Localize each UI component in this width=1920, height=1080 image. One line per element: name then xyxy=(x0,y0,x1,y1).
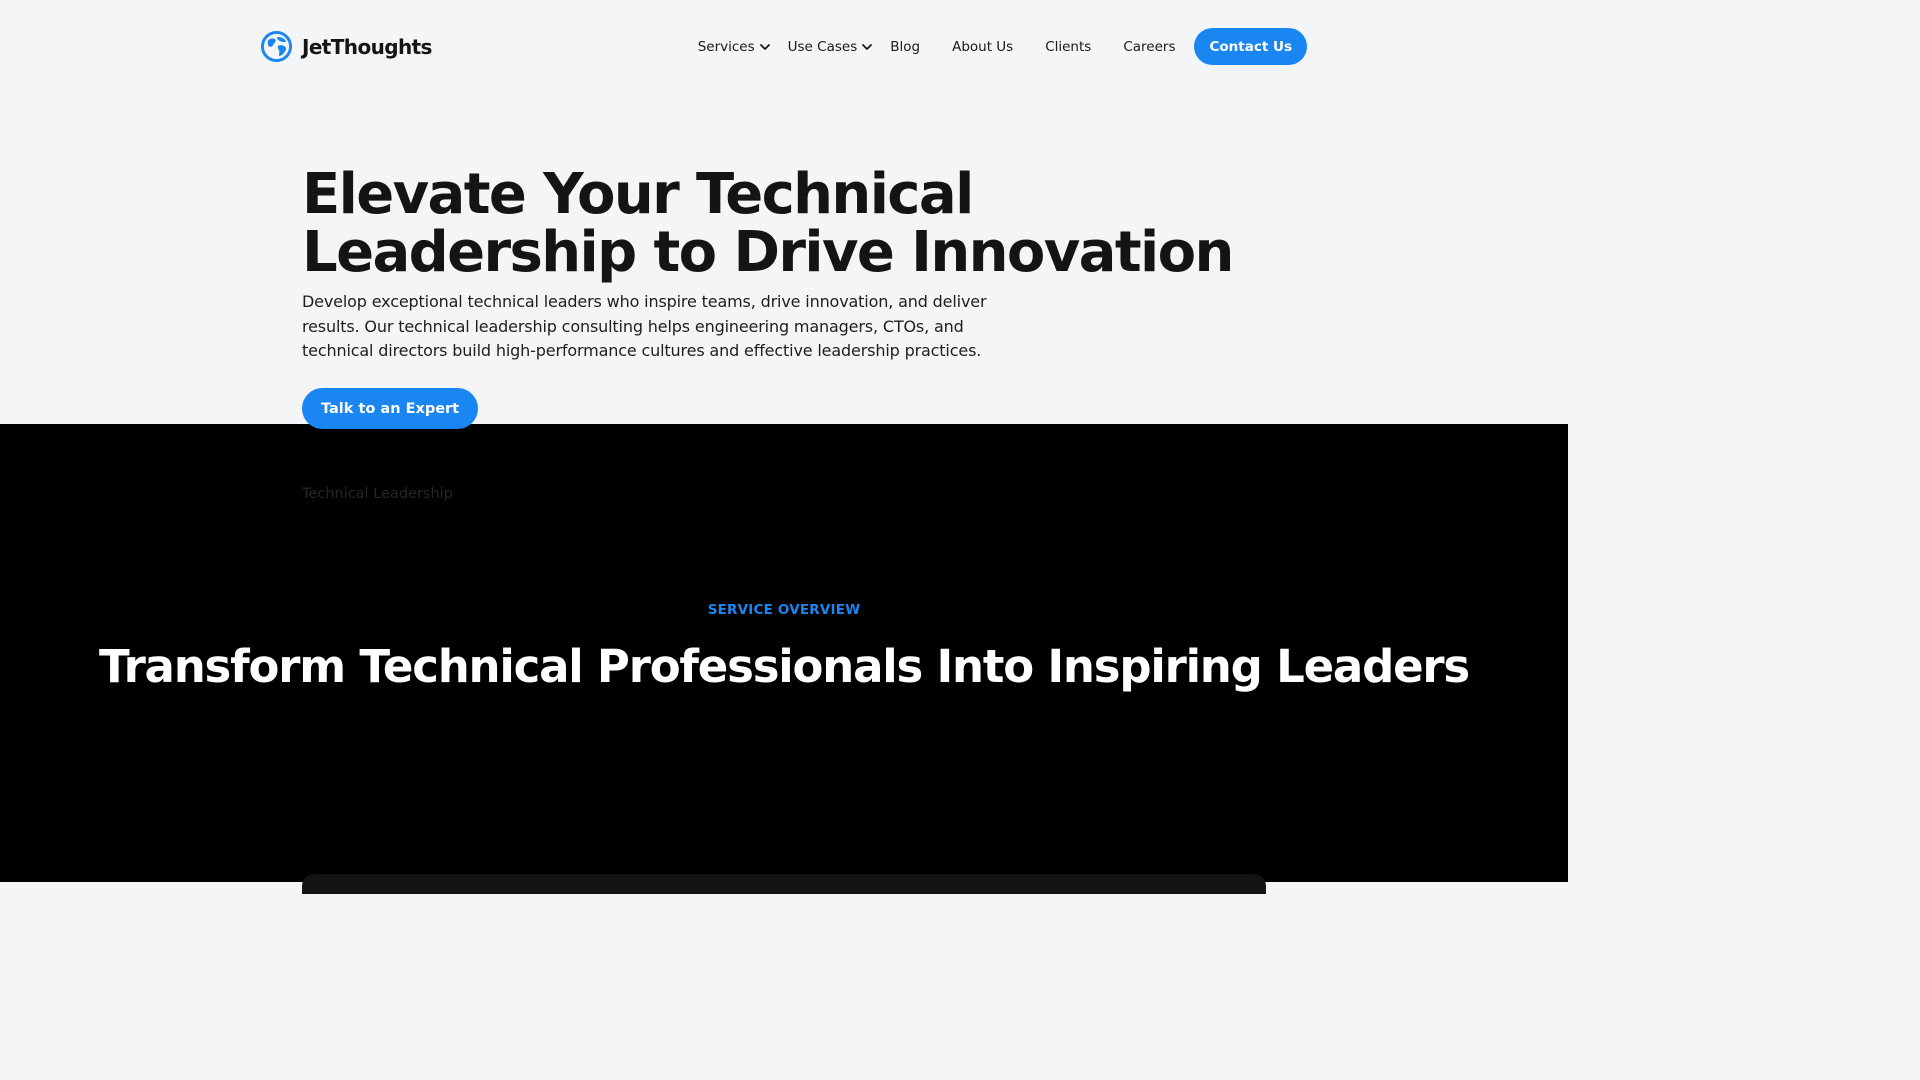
logo-globe-icon xyxy=(261,31,292,62)
service-overview-section: Technical Leadership SERVICE OVERVIEW Tr… xyxy=(0,424,1568,894)
nav-item-label: Services xyxy=(697,38,755,55)
site-header: JetThoughts Services Use Cases Blog Abou… xyxy=(0,0,1568,92)
nav-item-label: Use Cases xyxy=(787,38,858,55)
nav-item-use-cases[interactable]: Use Cases xyxy=(788,39,874,55)
nav-item-blog[interactable]: Blog xyxy=(890,39,920,55)
contact-us-button[interactable]: Contact Us xyxy=(1194,28,1307,65)
nav-item-about-us[interactable]: About Us xyxy=(952,39,1013,55)
hero-description: Develop exceptional technical leaders wh… xyxy=(302,292,987,360)
nav-item-services[interactable]: Services xyxy=(698,39,771,55)
chevron-down-icon xyxy=(759,43,770,50)
nav-item-careers[interactable]: Careers xyxy=(1123,39,1175,55)
breadcrumb: Technical Leadership xyxy=(302,486,453,502)
logo-text: JetThoughts xyxy=(302,34,432,59)
section-title: Transform Technical Professionals Into I… xyxy=(99,640,1470,693)
nav-item-clients[interactable]: Clients xyxy=(1045,39,1091,55)
chevron-down-icon xyxy=(862,43,873,50)
overview-card xyxy=(302,874,1266,894)
main-nav: Services Use Cases Blog About Us Clients… xyxy=(698,28,1307,65)
section-eyebrow: SERVICE OVERVIEW xyxy=(707,602,861,618)
talk-to-expert-button[interactable]: Talk to an Expert xyxy=(302,388,479,429)
logo[interactable]: JetThoughts xyxy=(261,31,432,62)
hero-title: Elevate Your Technical Leadership to Dri… xyxy=(302,162,1234,285)
